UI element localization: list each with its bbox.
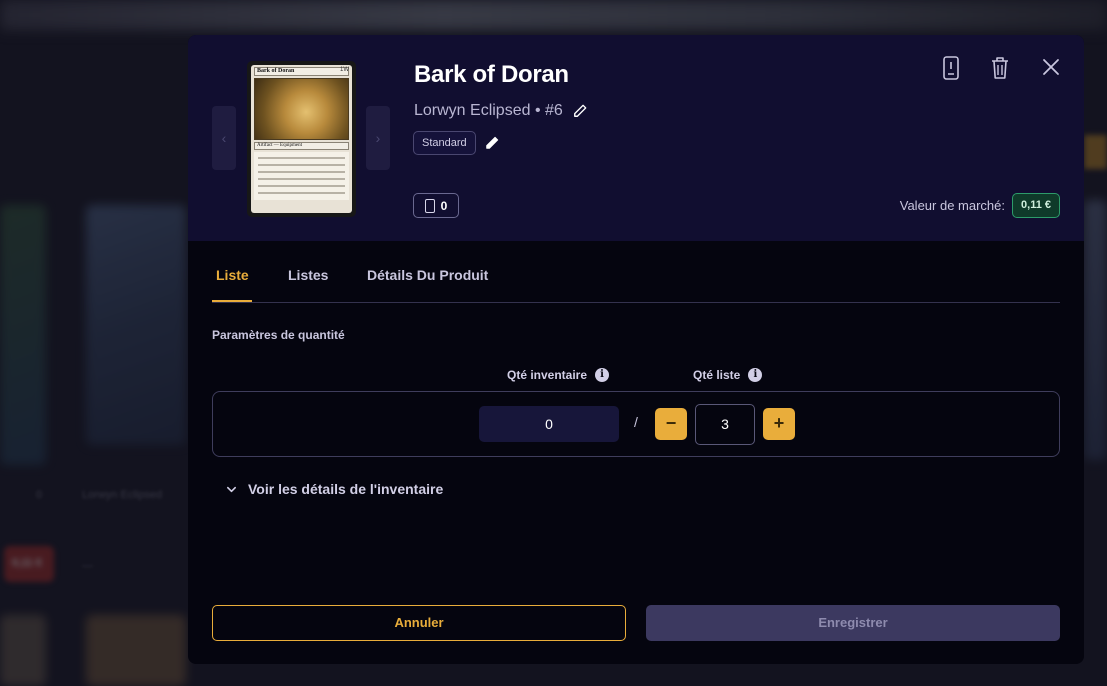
list-qty-input[interactable]: 3 (695, 404, 755, 445)
card-image-name: Bark of Doran (254, 67, 349, 76)
set-info: Lorwyn Eclipsed • #6 (414, 102, 563, 119)
set-line: Lorwyn Eclipsed • #6 (414, 102, 587, 120)
next-card-button[interactable]: › (366, 106, 390, 170)
edit-set-pencil-icon[interactable] (573, 104, 587, 118)
list-qty-text: Qté liste (693, 368, 741, 382)
card-image-type: Artifact — Equipment (254, 142, 349, 150)
product-title: Bark of Doran (414, 61, 569, 88)
card-icon (424, 198, 435, 213)
condition-badge: Standard (413, 131, 476, 155)
modal-header: ‹ › Bark of Doran 1W Artifact — Equipmen… (188, 35, 1084, 241)
quantity-panel: 0 / − 3 + (212, 391, 1060, 457)
trash-icon[interactable] (989, 56, 1011, 80)
inventory-qty-field: 0 (479, 406, 619, 442)
tab-liste[interactable]: Liste (216, 267, 249, 283)
qty-separator: / (634, 414, 638, 430)
inventory-details-toggle[interactable]: Voir les détails de l'inventaire (226, 481, 443, 497)
card-image: Bark of Doran 1W Artifact — Equipment (247, 61, 356, 217)
tab-details-produit[interactable]: Détails Du Produit (367, 267, 488, 283)
mobile-phone-icon[interactable] (940, 56, 962, 80)
inventory-qty-label: Qté inventaire i (507, 368, 610, 382)
market-value-label: Valeur de marché: (899, 198, 1006, 213)
quantity-section-title: Paramètres de quantité (212, 328, 345, 342)
info-icon[interactable]: i (748, 368, 763, 382)
edit-listing-modal: ‹ › Bark of Doran 1W Artifact — Equipmen… (188, 35, 1084, 664)
card-image-mana: 1W (340, 67, 349, 73)
chevron-down-icon (227, 486, 236, 492)
owned-count: 0 (440, 198, 448, 213)
increase-qty-button[interactable]: + (763, 408, 795, 440)
close-icon[interactable] (1041, 57, 1061, 77)
list-qty-label: Qté liste i (693, 368, 763, 382)
card-rules-text (254, 152, 349, 200)
info-icon[interactable]: i (595, 368, 610, 382)
inventory-details-label: Voir les détails de l'inventaire (248, 481, 444, 497)
save-button[interactable]: Enregistrer (646, 605, 1060, 641)
market-price-badge: 0,11 € (1012, 193, 1060, 218)
active-tab-indicator (212, 300, 252, 302)
card-artwork (254, 78, 349, 140)
condition-row: Standard (413, 131, 499, 155)
tab-bar: Liste Listes Détails Du Produit (212, 253, 1060, 303)
edit-condition-pencil-icon[interactable] (485, 136, 499, 150)
inventory-qty-text: Qté inventaire (507, 368, 588, 382)
owned-count-chip: 0 (413, 193, 459, 218)
market-value: Valeur de marché: 0,11 € (900, 193, 1060, 218)
decrease-qty-button[interactable]: − (655, 408, 687, 440)
cancel-button[interactable]: Annuler (212, 605, 626, 641)
previous-card-button[interactable]: ‹ (212, 106, 236, 170)
tab-listes[interactable]: Listes (288, 267, 328, 283)
